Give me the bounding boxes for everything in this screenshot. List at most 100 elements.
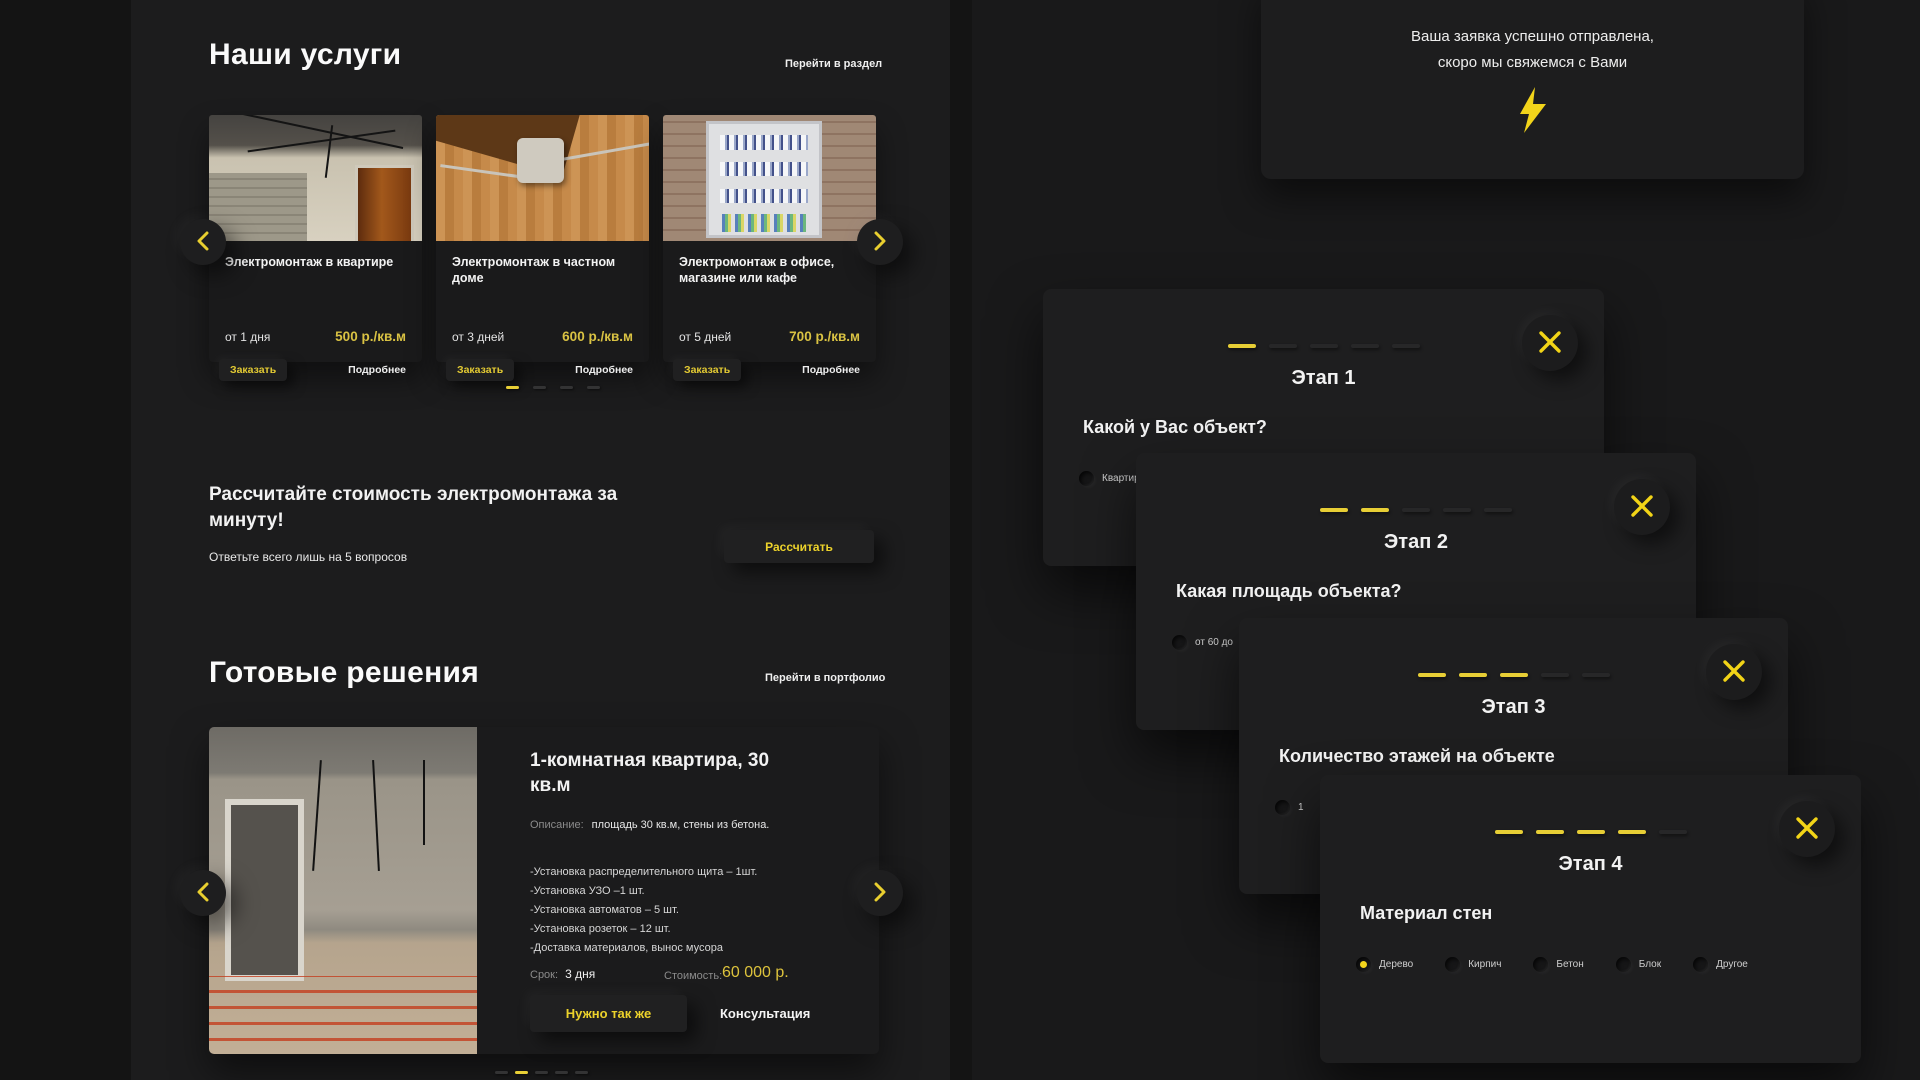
radio-option[interactable]: от 60 до <box>1172 635 1233 650</box>
portfolio-next-button[interactable] <box>857 870 903 916</box>
portfolio-prev-button[interactable] <box>180 870 226 916</box>
calculator-title: Рассчитайте стоимость электромонтажа за … <box>209 482 629 533</box>
progress-indicator <box>1043 344 1604 348</box>
radio-option-block[interactable]: Блок <box>1616 957 1661 972</box>
service-card-title: Электромонтаж в частном доме <box>436 241 649 287</box>
carousel-dot[interactable] <box>587 386 600 389</box>
carousel-dot[interactable] <box>555 1071 568 1074</box>
radio-option-concrete[interactable]: Бетон <box>1533 957 1583 972</box>
carousel-dot[interactable] <box>575 1071 588 1074</box>
quiz-question: Количество этажей на объекте <box>1279 746 1555 767</box>
order-button[interactable]: Заказать <box>673 359 741 381</box>
calculate-button[interactable]: Рассчитать <box>724 530 874 563</box>
renovation-room-photo <box>209 727 477 1054</box>
radio-icon <box>1616 957 1631 972</box>
service-price: 600 р./кв.м <box>562 329 633 344</box>
service-card-title: Электромонтаж в офисе, магазине или кафе <box>663 241 876 287</box>
cost-label: Стоимость: <box>664 970 722 982</box>
radio-option[interactable]: 1 <box>1275 800 1304 815</box>
carousel-dot-active[interactable] <box>515 1071 528 1074</box>
services-next-button[interactable] <box>857 219 903 265</box>
service-duration: от 5 дней <box>679 330 731 344</box>
portfolio-card-title: 1-комнатная квартира, 30 кв.м <box>530 727 780 798</box>
work-item: -Установка розеток – 12 шт. <box>530 920 757 939</box>
page: Наши услуги Перейти в раздел Электромонт… <box>0 0 1920 1080</box>
radio-option-brick[interactable]: Кирпич <box>1445 957 1501 972</box>
radio-label: 1 <box>1298 802 1304 813</box>
progress-indicator <box>1136 508 1696 512</box>
quiz-question: Материал стен <box>1360 903 1492 924</box>
radio-option-wood[interactable]: Дерево <box>1356 957 1413 972</box>
work-item: -Установка распределительного щита – 1шт… <box>530 863 757 882</box>
services-section-title: Наши услуги <box>209 38 401 72</box>
close-button[interactable] <box>1614 479 1670 535</box>
quiz-question: Какой у Вас объект? <box>1083 417 1267 438</box>
service-card: Электромонтаж в частном доме от 3 дней 6… <box>436 115 649 362</box>
details-link[interactable]: Подробнее <box>348 364 406 376</box>
service-card: Электромонтаж в квартире от 1 дня 500 р.… <box>209 115 422 362</box>
radio-icon <box>1275 800 1290 815</box>
description-label: Описание: <box>530 819 584 831</box>
radio-label: Кирпич <box>1468 959 1501 970</box>
radio-option[interactable]: Квартир <box>1079 471 1140 486</box>
carousel-dot[interactable] <box>560 386 573 389</box>
work-item: -Установка автоматов – 5 шт. <box>530 901 757 920</box>
services-section-link[interactable]: Перейти в раздел <box>785 58 882 70</box>
service-card-title: Электромонтаж в квартире <box>209 241 422 270</box>
portfolio-section-title: Готовые решения <box>209 656 479 690</box>
consultation-link[interactable]: Консультация <box>720 1006 810 1021</box>
apartment-wiring-photo <box>209 115 422 241</box>
work-item: -Доставка материалов, вынос мусора <box>530 939 757 958</box>
service-duration: от 1 дня <box>225 330 270 344</box>
radio-icon <box>1693 957 1708 972</box>
details-link[interactable]: Подробнее <box>802 364 860 376</box>
stage-title: Этап 2 <box>1136 531 1696 554</box>
quiz-question: Какая площадь объекта? <box>1176 581 1402 602</box>
close-icon <box>1629 493 1655 522</box>
service-card: Электромонтаж в офисе, магазине или кафе… <box>663 115 876 362</box>
service-price: 500 р./кв.м <box>335 329 406 344</box>
lightning-bolt-icon <box>1261 87 1804 138</box>
need-same-button[interactable]: Нужно так же <box>530 995 687 1032</box>
radio-label: Другое <box>1716 959 1748 970</box>
portfolio-section-link[interactable]: Перейти в портфолио <box>765 672 885 684</box>
radio-icon <box>1533 957 1548 972</box>
radio-checked-icon <box>1356 957 1371 972</box>
success-toast: Ваша заявка успешно отправлена, скоро мы… <box>1261 0 1804 179</box>
term-value: 3 дня <box>565 967 595 981</box>
radio-icon <box>1079 471 1094 486</box>
radio-label: Блок <box>1639 959 1661 970</box>
portfolio-card: 1-комнатная квартира, 30 кв.м Описание:п… <box>209 727 879 1054</box>
close-button[interactable] <box>1706 644 1762 700</box>
order-button[interactable]: Заказать <box>219 359 287 381</box>
close-icon <box>1537 329 1563 358</box>
radio-label: от 60 до <box>1195 637 1233 648</box>
portfolio-carousel-dots <box>495 1071 588 1074</box>
radio-label: Дерево <box>1379 959 1413 970</box>
stage-title: Этап 4 <box>1320 853 1861 876</box>
chevron-right-icon <box>874 882 886 905</box>
chevron-left-icon <box>197 882 209 905</box>
radio-option-other[interactable]: Другое <box>1693 957 1748 972</box>
cost-value: 60 000 р. <box>722 964 789 982</box>
radio-label: Бетон <box>1556 959 1583 970</box>
electrical-panel-photo <box>663 115 876 241</box>
close-button[interactable] <box>1522 315 1578 371</box>
toast-line1: Ваша заявка успешно отправлена, <box>1261 28 1804 45</box>
radio-label: Квартир <box>1102 473 1140 484</box>
carousel-dot[interactable] <box>495 1071 508 1074</box>
service-price: 700 р./кв.м <box>789 329 860 344</box>
close-button[interactable] <box>1779 801 1835 857</box>
order-button[interactable]: Заказать <box>446 359 514 381</box>
carousel-dot[interactable] <box>533 386 546 389</box>
radio-icon <box>1445 957 1460 972</box>
details-link[interactable]: Подробнее <box>575 364 633 376</box>
calculator-subtitle: Ответьте всего лишь на 5 вопросов <box>209 550 407 564</box>
term-label: Срок: <box>530 969 558 981</box>
services-carousel-dots <box>506 386 600 389</box>
services-prev-button[interactable] <box>180 219 226 265</box>
carousel-dot-active[interactable] <box>506 386 519 389</box>
radio-icon <box>1172 635 1187 650</box>
close-icon <box>1721 658 1747 687</box>
carousel-dot[interactable] <box>535 1071 548 1074</box>
